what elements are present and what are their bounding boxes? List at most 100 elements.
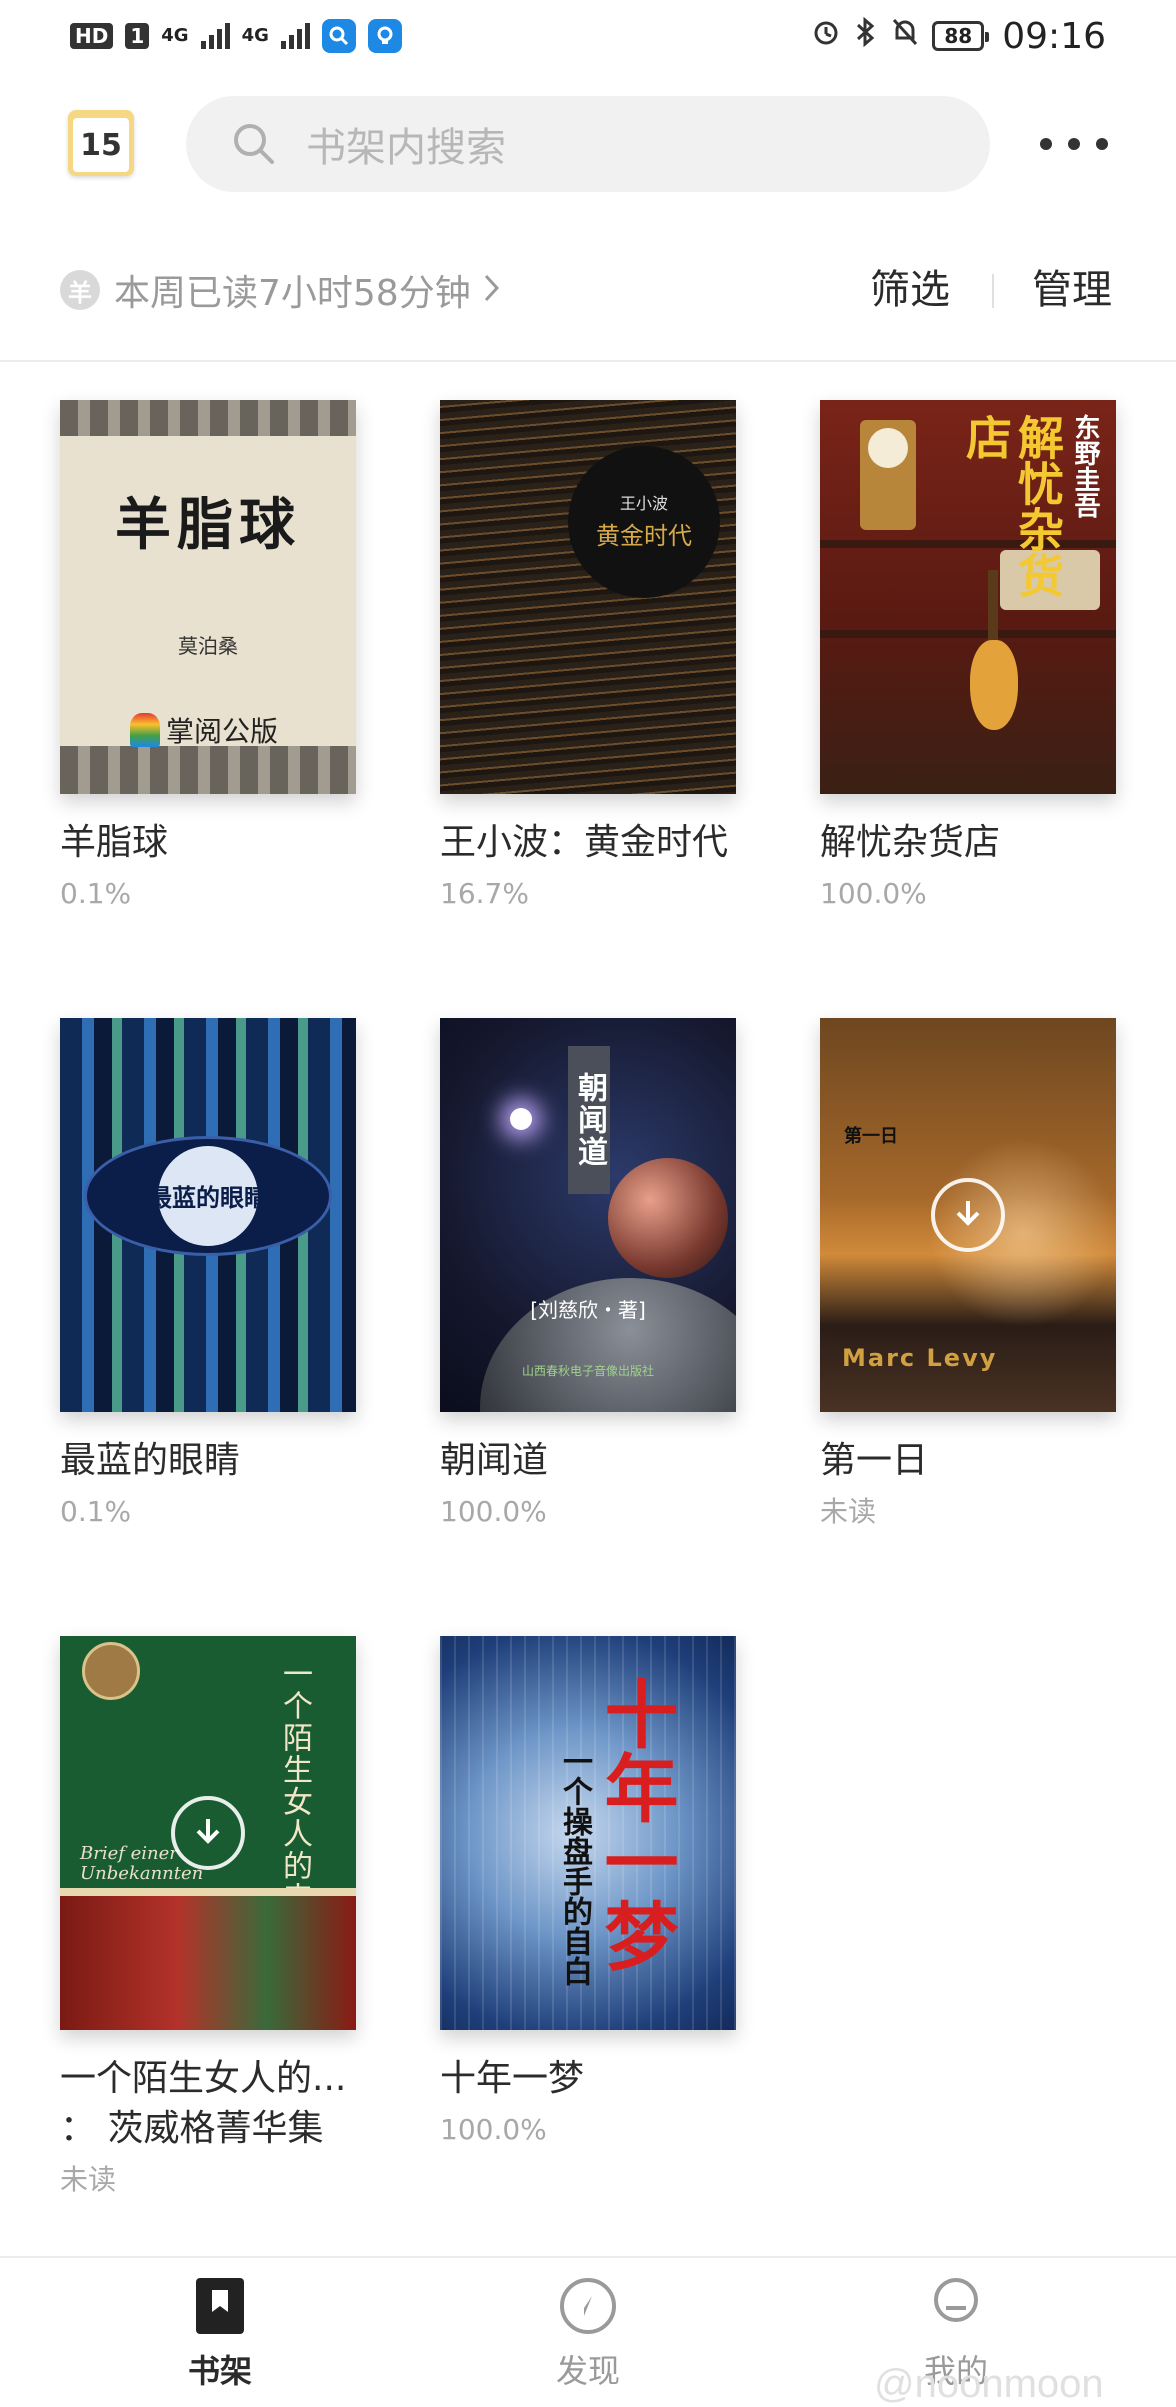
book-item[interactable]: 十年一梦 一个操盘手的自白 十年一梦 100.0% (440, 1636, 736, 2152)
book-item[interactable]: 第一日 Marc Levy 第一日 未读 (820, 1018, 1116, 1534)
battery-icon: 88 (932, 21, 990, 51)
book-progress: 100.0% (440, 1495, 547, 1528)
cover-publisher-text: 掌阅公版 (166, 715, 279, 748)
cover-author: 莫泊桑 (178, 634, 238, 658)
more-dot-icon (1040, 138, 1052, 150)
alarm-icon (810, 16, 842, 57)
filter-button[interactable]: 筛选 (870, 262, 950, 318)
network-label: 4G (161, 25, 189, 46)
signal-icon-2 (280, 23, 310, 49)
book-item[interactable]: 羊脂球 莫泊桑 掌阅公版 羊脂球 0.1% (60, 400, 356, 916)
book-title: 最蓝的眼睛 (60, 1440, 241, 1481)
cover-planet (608, 1158, 728, 1278)
book-progress: 16.7% (440, 877, 529, 910)
cover-ornament (60, 400, 356, 436)
book-title: 朝闻道 (440, 1440, 549, 1481)
download-icon (956, 1201, 980, 1226)
book-item[interactable]: 王小波 黄金时代 王小波：黄金时代 16.7% (440, 400, 736, 916)
search-icon (230, 120, 278, 168)
tab-label: 发现 (555, 2352, 620, 2390)
signal-icon (200, 23, 230, 49)
book-progress: 100.0% (440, 2113, 547, 2146)
cover-ornament (60, 746, 356, 794)
hd-badge: HD (70, 23, 114, 49)
manage-button[interactable]: 管理 (1032, 262, 1112, 318)
download-button[interactable] (931, 1178, 1005, 1252)
cover-publisher: 掌阅公版 (130, 710, 278, 750)
tab-discover[interactable]: 发现 (518, 2276, 658, 2396)
book-title-line2: ： 茨威格菁华集 (60, 2108, 324, 2149)
more-dot-icon (1068, 138, 1080, 150)
cover-title: 解忧杂货店 (959, 414, 1065, 598)
book-progress: 0.1% (60, 877, 132, 910)
status-right: 88 09:16 (810, 16, 1106, 57)
cover-star (510, 1108, 532, 1130)
book-item[interactable]: 最蓝的眼睛 最蓝的眼睛 0.1% (60, 1018, 356, 1534)
cover-title: 十年一梦 (592, 1676, 678, 1972)
cover-author: [刘慈欣・著] (530, 1298, 646, 1322)
cover-seal (82, 1642, 140, 1700)
cover-title: 第一日 (844, 1126, 898, 1147)
search-app-icon (321, 19, 356, 53)
search-input[interactable]: 书架内搜索 (186, 96, 990, 192)
weekly-reading-text: 本周已读7小时58分钟 (114, 273, 471, 314)
clock-time: 09:16 (1002, 15, 1106, 57)
mute-icon (890, 16, 920, 57)
calendar-checkin-button[interactable]: 15 (68, 110, 134, 176)
book-progress: 未读 (60, 2163, 117, 2196)
book-title: 十年一梦 (440, 2058, 585, 2099)
chevron-right-icon (483, 273, 501, 307)
cover-publisher: 山西春秋电子音像出版社 (521, 1364, 654, 1378)
book-cover[interactable]: 一个陌生女人的来信 Brief einer Unbekannten (60, 1636, 356, 2030)
publisher-logo-icon (130, 713, 160, 747)
book-progress: 未读 (820, 1495, 877, 1528)
reading-stat-row: 羊 本周已读7小时58分钟 筛选 管理 (0, 250, 1176, 330)
status-bar: HD 1 4G 4G 88 09:16 (0, 0, 1176, 72)
compass-icon (560, 2278, 616, 2334)
book-cover[interactable]: 朝闻道 [刘慈欣・著] 山西春秋电子音像出版社 (440, 1018, 736, 1412)
tab-bookshelf[interactable]: 书架 (150, 2276, 290, 2396)
cover-clock-illustration (860, 420, 916, 530)
cover-title: 羊脂球 (115, 492, 301, 558)
weekly-reading-link[interactable]: 羊 本周已读7小时58分钟 (60, 262, 501, 318)
bluetooth-icon (854, 16, 878, 57)
bookshelf-icon (196, 2278, 244, 2334)
cover-emblem: 王小波 黄金时代 (568, 446, 720, 598)
cover-shelf (820, 630, 1116, 638)
book-progress: 0.1% (60, 1495, 132, 1528)
book-cover[interactable]: 最蓝的眼睛 (60, 1018, 356, 1412)
cover-divider (60, 1888, 356, 1896)
book-item[interactable]: 东野圭吾 解忧杂货店 解忧杂货店 100.0% (820, 400, 1116, 916)
book-title: 第一日 (820, 1440, 929, 1481)
status-left: HD 1 4G 4G (70, 19, 402, 53)
cover-author: 王小波 (619, 494, 668, 513)
cover-title: 最蓝的眼睛 (148, 1183, 268, 1212)
coin-icon: 羊 (60, 270, 100, 310)
cover-guitar-illustration (970, 640, 1018, 730)
cover-author: Marc Levy (842, 1344, 998, 1372)
sim-badge: 1 (125, 23, 150, 49)
toolbar-divider (992, 274, 994, 308)
tab-label: 书架 (187, 2352, 252, 2390)
calendar-day: 15 (73, 118, 129, 172)
cover-title: 黄金时代 (596, 522, 692, 550)
book-title: 王小波：黄金时代 (440, 822, 729, 863)
book-title: 解忧杂货店 (820, 822, 1001, 863)
book-cover[interactable]: 王小波 黄金时代 (440, 400, 736, 794)
book-cover[interactable]: 羊脂球 莫泊桑 掌阅公版 (60, 400, 356, 794)
more-menu-button[interactable] (1040, 126, 1108, 162)
cover-subtitle: 一个操盘手的自白 (557, 1746, 592, 1986)
book-item[interactable]: 朝闻道 [刘慈欣・著] 山西春秋电子音像出版社 朝闻道 100.0% (440, 1018, 736, 1534)
lightbulb-app-icon (367, 19, 402, 53)
header-divider (0, 360, 1176, 362)
download-button[interactable] (171, 1796, 245, 1870)
cover-title: 朝闻道 (568, 1046, 610, 1194)
search-placeholder: 书架内搜索 (306, 125, 506, 171)
cover-painting (60, 1896, 356, 2030)
book-cover[interactable]: 东野圭吾 解忧杂货店 (820, 400, 1116, 794)
book-cover[interactable]: 十年一梦 一个操盘手的自白 (440, 1636, 736, 2030)
watermark: @noonmoon (874, 2362, 1104, 2406)
cover-author: 东野圭吾 (1070, 414, 1100, 518)
book-item[interactable]: 一个陌生女人的来信 Brief einer Unbekannten 一个陌生女人… (60, 1636, 356, 2202)
book-cover[interactable]: 第一日 Marc Levy (820, 1018, 1116, 1412)
